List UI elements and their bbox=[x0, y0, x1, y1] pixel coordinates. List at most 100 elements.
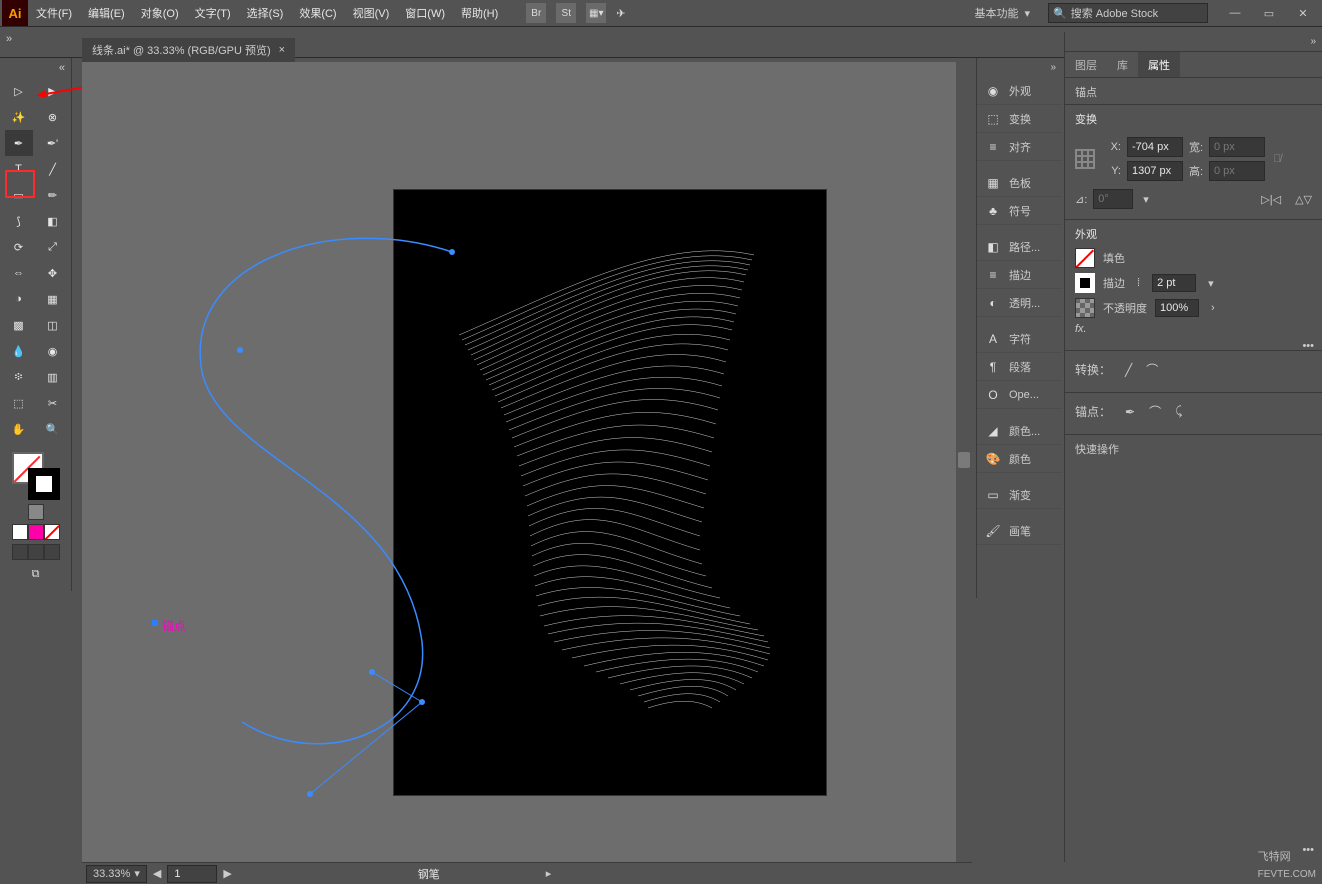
shaper-tool[interactable]: ⟆ bbox=[5, 208, 33, 234]
menu-help[interactable]: 帮助(H) bbox=[453, 0, 506, 26]
type-tool[interactable]: T bbox=[5, 156, 33, 182]
close-button[interactable]: ✕ bbox=[1286, 3, 1320, 23]
curvature-tool[interactable]: ✒' bbox=[39, 130, 67, 156]
y-input[interactable] bbox=[1127, 161, 1183, 181]
zoom-level[interactable]: 33.33% ▾ bbox=[86, 865, 147, 883]
eyedropper-tool[interactable]: 💧 bbox=[5, 338, 33, 364]
blend-tool[interactable]: ◉ bbox=[39, 338, 67, 364]
w-input[interactable] bbox=[1209, 137, 1265, 157]
gradient-tool[interactable]: ◫ bbox=[39, 312, 67, 338]
panel-transform[interactable]: ⬚变换 bbox=[977, 105, 1062, 133]
panel-transparency[interactable]: ◐透明... bbox=[977, 289, 1062, 317]
panel-stroke[interactable]: ≡描边 bbox=[977, 261, 1062, 289]
close-tab-icon[interactable]: × bbox=[279, 44, 285, 56]
symbol-sprayer-tool[interactable]: ፨ bbox=[5, 364, 33, 390]
anchor-point-icon[interactable] bbox=[152, 620, 158, 626]
angle-input[interactable] bbox=[1093, 189, 1133, 209]
pen-path[interactable] bbox=[152, 172, 452, 772]
paintbrush-tool[interactable]: ✏ bbox=[39, 182, 67, 208]
panel-brushes[interactable]: 🖌画笔 bbox=[977, 517, 1062, 545]
add-anchor-icon[interactable]: ✒ bbox=[1125, 405, 1135, 419]
line-segment-tool[interactable]: ╱ bbox=[39, 156, 67, 182]
lasso-tool[interactable]: ⊗ bbox=[39, 104, 67, 130]
menu-window[interactable]: 窗口(W) bbox=[397, 0, 453, 26]
artboard-prev-icon[interactable]: ◀ bbox=[153, 867, 161, 880]
pen-tool[interactable]: ✒ bbox=[5, 130, 33, 156]
collapse-properties-icon[interactable]: » bbox=[1065, 32, 1322, 52]
expand-control-left-icon[interactable]: » bbox=[6, 33, 12, 45]
panel-symbols[interactable]: ♣符号 bbox=[977, 197, 1062, 225]
flip-horizontal-icon[interactable]: ▷|◁ bbox=[1261, 193, 1281, 206]
collapse-tools-icon[interactable]: « bbox=[59, 62, 65, 74]
rectangle-tool[interactable]: ▭ bbox=[5, 182, 33, 208]
color-mode-icon[interactable] bbox=[28, 504, 44, 520]
panel-character[interactable]: A字符 bbox=[977, 325, 1062, 353]
flip-vertical-icon[interactable]: △▽ bbox=[1295, 193, 1312, 206]
magic-wand-tool[interactable]: ✨ bbox=[5, 104, 33, 130]
fill-swatch[interactable] bbox=[1075, 248, 1095, 268]
menu-file[interactable]: 文件(F) bbox=[28, 0, 80, 26]
zoom-tool[interactable]: 🔍 bbox=[39, 416, 67, 442]
connect-anchor-icon[interactable]: ⤹ bbox=[1175, 404, 1182, 419]
opacity-dropdown-icon[interactable]: › bbox=[1207, 302, 1219, 314]
search-input[interactable]: 🔍 搜索 Adobe Stock bbox=[1048, 3, 1208, 23]
stroke-stepper-icon[interactable]: ⁞ bbox=[1133, 277, 1144, 289]
free-transform-tool[interactable]: ✥ bbox=[39, 260, 67, 286]
fill-stroke-swatch[interactable] bbox=[12, 452, 60, 500]
menu-edit[interactable]: 编辑(E) bbox=[80, 0, 133, 26]
menu-view[interactable]: 视图(V) bbox=[345, 0, 398, 26]
panel-gradient[interactable]: ▭渐变 bbox=[977, 481, 1062, 509]
artboard-number[interactable]: 1 bbox=[167, 865, 217, 883]
workspace-switcher[interactable]: 基本功能 ▾ bbox=[966, 5, 1038, 21]
artboard-next-icon[interactable]: ▶ bbox=[223, 867, 231, 880]
shape-builder-tool[interactable]: ◑ bbox=[5, 286, 33, 312]
remove-anchor-icon[interactable]: ⌒ bbox=[1149, 403, 1161, 420]
status-dropdown-icon[interactable]: ▸ bbox=[546, 867, 552, 880]
menu-effect[interactable]: 效果(C) bbox=[291, 0, 344, 26]
gpu-rocket-icon[interactable]: ✈ bbox=[616, 7, 625, 20]
scale-tool[interactable]: ⤢ bbox=[39, 234, 67, 260]
swatch-none[interactable] bbox=[44, 524, 60, 540]
stroke-dropdown-icon[interactable]: ▾ bbox=[1204, 277, 1218, 290]
panel-swatches[interactable]: ▦色板 bbox=[977, 169, 1062, 197]
arrange-documents-icon[interactable]: ▦▾ bbox=[586, 3, 606, 23]
opacity-swatch[interactable] bbox=[1075, 298, 1095, 318]
opacity-input[interactable] bbox=[1155, 299, 1199, 317]
menu-select[interactable]: 选择(S) bbox=[239, 0, 292, 26]
panel-appearance[interactable]: ◉外观 bbox=[977, 77, 1062, 105]
fx-button[interactable]: fx. bbox=[1075, 323, 1087, 335]
mesh-tool[interactable]: ▩ bbox=[5, 312, 33, 338]
menu-object[interactable]: 对象(O) bbox=[133, 0, 187, 26]
panel-color-guide[interactable]: ◢颜色... bbox=[977, 417, 1062, 445]
rotate-tool[interactable]: ⟳ bbox=[5, 234, 33, 260]
slice-tool[interactable]: ✂ bbox=[39, 390, 67, 416]
stroke-weight-input[interactable] bbox=[1152, 274, 1196, 292]
angle-dropdown-icon[interactable]: ▾ bbox=[1139, 193, 1153, 206]
selection-tool[interactable]: ▷ bbox=[5, 78, 33, 104]
perspective-grid-tool[interactable]: ▦ bbox=[39, 286, 67, 312]
tab-library[interactable]: 库 bbox=[1107, 52, 1138, 77]
maximize-button[interactable]: ▭ bbox=[1252, 3, 1286, 23]
vertical-scrollbar[interactable] bbox=[956, 62, 972, 862]
hand-tool[interactable]: ✋ bbox=[5, 416, 33, 442]
canvas[interactable]: 锚点 bbox=[82, 62, 972, 862]
convert-smooth-icon[interactable]: ⌒ bbox=[1146, 361, 1158, 378]
panel-opentype[interactable]: OOpe... bbox=[977, 381, 1062, 409]
tab-properties[interactable]: 属性 bbox=[1138, 52, 1180, 77]
stock-icon[interactable]: St bbox=[556, 3, 576, 23]
bridge-icon[interactable]: Br bbox=[526, 3, 546, 23]
swatch-magenta[interactable] bbox=[28, 524, 44, 540]
minimize-button[interactable]: — bbox=[1218, 3, 1252, 23]
swatch-white[interactable] bbox=[12, 524, 28, 540]
artboard-tool[interactable]: ⬚ bbox=[5, 390, 33, 416]
expand-panels-icon[interactable]: » bbox=[977, 58, 1062, 77]
reference-point-icon[interactable] bbox=[1075, 149, 1095, 169]
screen-mode-button[interactable]: ⧉ bbox=[32, 568, 40, 581]
eraser-tool[interactable]: ◧ bbox=[39, 208, 67, 234]
stroke-swatch-icon[interactable] bbox=[28, 468, 60, 500]
draw-inside-icon[interactable] bbox=[44, 544, 60, 560]
x-input[interactable] bbox=[1127, 137, 1183, 157]
panel-pathfinder[interactable]: ◧路径... bbox=[977, 233, 1062, 261]
width-tool[interactable]: ⇔ bbox=[5, 260, 33, 286]
column-graph-tool[interactable]: ▥ bbox=[39, 364, 67, 390]
